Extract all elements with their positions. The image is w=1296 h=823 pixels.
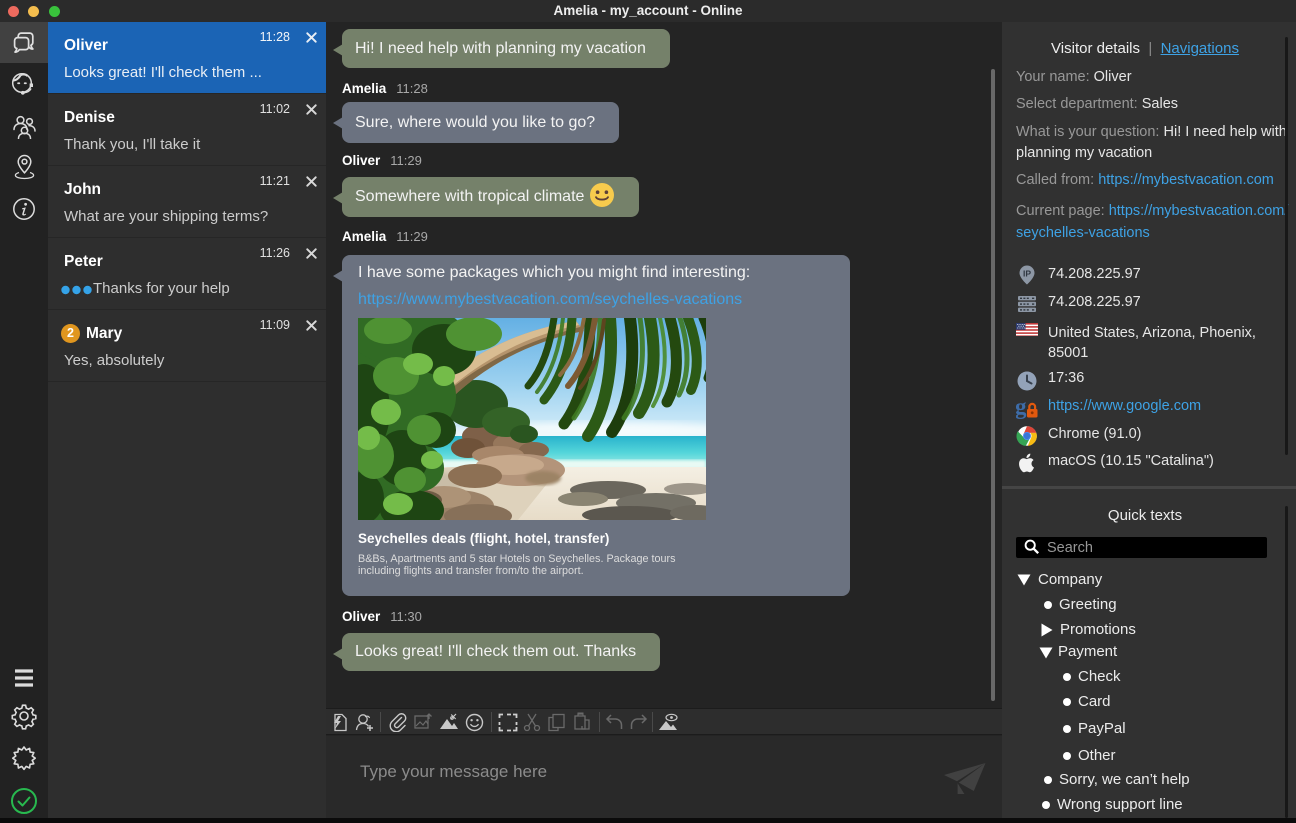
svg-text:g: g [1016, 397, 1027, 419]
svg-text:IP: IP [1023, 269, 1031, 279]
